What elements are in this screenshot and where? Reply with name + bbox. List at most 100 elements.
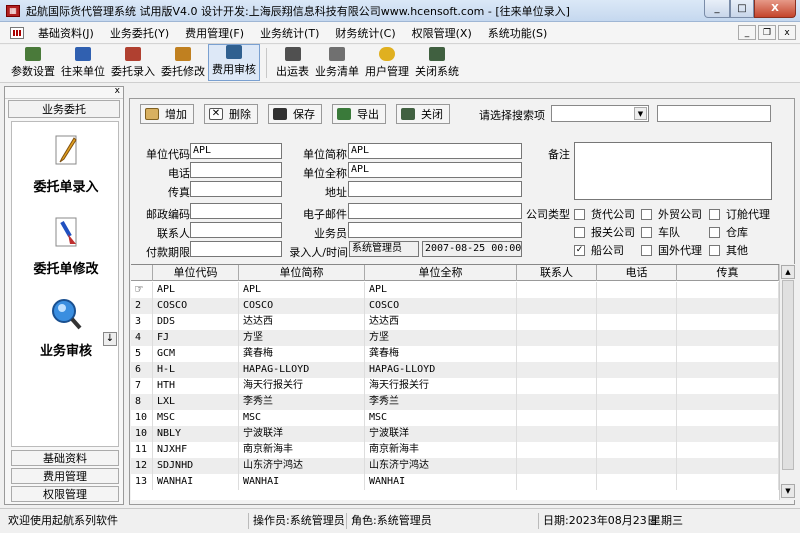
nav-entrust-entry[interactable]: 委托单录入 [12, 132, 118, 195]
type-other-checkbox[interactable]: 其他 [709, 242, 748, 258]
menu-business-stats[interactable]: 业务统计(T) [252, 25, 327, 41]
scroll-thumb[interactable] [782, 280, 794, 470]
toolbar-shipping-button[interactable]: 出运表 [273, 47, 312, 82]
salesman-input[interactable] [348, 222, 522, 238]
left-tab-permissions[interactable]: 权限管理 [11, 486, 119, 502]
toolbar-users-button[interactable]: 用户管理 [362, 47, 412, 82]
table-row[interactable]: 13 WANHAI WANHAI WANHAI [131, 474, 779, 490]
table-row[interactable]: 3 DDS 达达西 达达西 [131, 314, 779, 330]
mdi-document-icon[interactable] [10, 26, 24, 39]
scroll-down-arrow[interactable]: ▼ [781, 484, 795, 498]
delete-button[interactable]: ✕ 删除 [204, 104, 258, 124]
toolbar-fee-audit-button[interactable]: 费用审核 [208, 44, 260, 81]
checkbox-box[interactable] [709, 226, 720, 238]
entry-label: 录入人/时间 [289, 246, 348, 259]
header-full-name[interactable]: 单位全称 [365, 265, 517, 281]
checkbox-box[interactable] [574, 226, 585, 238]
nav-business-audit[interactable]: 业务审核 [12, 296, 118, 359]
table-row[interactable]: 4 FJ 方坚 方坚 [131, 330, 779, 346]
header-short-name[interactable]: 单位简称 [239, 265, 365, 281]
close-form-button[interactable]: 关闭 [396, 104, 450, 124]
table-row[interactable]: 10 NBLY 宁波联洋 宁波联洋 [131, 426, 779, 442]
left-tab-business[interactable]: 业务委托 [8, 100, 120, 118]
left-panel-close-button[interactable]: x [115, 86, 120, 96]
menu-system[interactable]: 系统功能(S) [480, 25, 556, 41]
checkbox-box[interactable] [709, 208, 720, 220]
cell-empty [677, 346, 779, 362]
checkbox-box[interactable] [641, 244, 652, 256]
table-row[interactable]: 12 SDJNHD 山东济宁鸿达 山东济宁鸿达 [131, 458, 779, 474]
cell-empty [597, 346, 677, 362]
menu-business[interactable]: 业务委托(Y) [102, 25, 177, 41]
payment-term-input[interactable] [190, 241, 282, 257]
cell-full: 海天行报关行 [365, 378, 517, 394]
table-row[interactable]: ☞ APL APL APL [131, 282, 779, 298]
header-unit-code[interactable]: 单位代码 [153, 265, 239, 281]
type-booking-checkbox[interactable]: 订舱代理 [709, 206, 770, 222]
export-button[interactable]: 导出 [332, 104, 386, 124]
table-row[interactable]: 2 COSCO COSCO COSCO [131, 298, 779, 314]
toolbar-units-button[interactable]: 往来单位 [58, 47, 108, 82]
checkbox-box[interactable] [641, 208, 652, 220]
remark-textarea[interactable] [574, 142, 772, 200]
short-name-input[interactable]: APL [348, 143, 522, 159]
type-warehouse-checkbox[interactable]: 仓库 [709, 224, 748, 240]
contact-input[interactable] [190, 222, 282, 238]
type-freight-checkbox[interactable]: 货代公司 [574, 206, 635, 222]
maximize-button[interactable]: □ [730, 0, 754, 18]
table-row[interactable]: 8 LXL 李秀兰 李秀兰 [131, 394, 779, 410]
save-button[interactable]: 保存 [268, 104, 322, 124]
add-button[interactable]: 增加 [140, 104, 194, 124]
table-row[interactable]: 7 HTH 海天行报关行 海天行报关行 [131, 378, 779, 394]
mdi-restore-button[interactable]: ❐ [758, 25, 776, 40]
cell-empty [517, 426, 597, 442]
left-tab-basic-data[interactable]: 基础资料 [11, 450, 119, 466]
menu-fees[interactable]: 费用管理(F) [177, 25, 252, 41]
entry-user-field: 系统管理员 [349, 241, 419, 257]
toolbar-params-button[interactable]: 参数设置 [8, 47, 58, 82]
header-fax[interactable]: 传真 [677, 265, 779, 281]
scroll-up-arrow[interactable]: ▲ [781, 265, 795, 279]
table-scrollbar[interactable]: ▲ ▼ [779, 264, 795, 500]
minimize-button[interactable]: _ [704, 0, 730, 18]
phone-input[interactable] [190, 162, 282, 178]
type-trade-checkbox[interactable]: 外贸公司 [641, 206, 702, 222]
search-input[interactable] [657, 105, 771, 122]
full-name-input[interactable]: APL [348, 162, 522, 178]
table-row[interactable]: 6 H-L HAPAG-LLOYD HAPAG-LLOYD [131, 362, 779, 378]
type-shipping-line-checkbox[interactable]: ✓ 船公司 [574, 242, 624, 258]
toolbar-business-list-button[interactable]: 业务清单 [312, 47, 362, 82]
postcode-input[interactable] [190, 203, 282, 219]
address-input[interactable] [348, 181, 522, 197]
toolbar-entrust-entry-button[interactable]: 委托录入 [108, 47, 158, 82]
checkbox-box[interactable] [574, 208, 585, 220]
email-input[interactable] [348, 203, 522, 219]
checkbox-box[interactable] [641, 226, 652, 238]
left-tab-fees[interactable]: 费用管理 [11, 468, 119, 484]
menu-permissions[interactable]: 权限管理(X) [404, 25, 480, 41]
mdi-close-button[interactable]: x [778, 25, 796, 40]
type-overseas-agent-checkbox[interactable]: 国外代理 [641, 242, 702, 258]
search-field-select[interactable]: ▼ [551, 105, 649, 122]
type-fleet-checkbox[interactable]: 车队 [641, 224, 680, 240]
type-customs-checkbox[interactable]: 报关公司 [574, 224, 635, 240]
checkbox-box[interactable] [709, 244, 720, 256]
close-window-button[interactable]: X [754, 0, 796, 18]
fax-input[interactable] [190, 181, 282, 197]
cell-empty [517, 378, 597, 394]
table-row[interactable]: 11 NJXHF 南京新海丰 南京新海丰 [131, 442, 779, 458]
header-phone[interactable]: 电话 [597, 265, 677, 281]
table-row[interactable]: 10 MSC MSC MSC [131, 410, 779, 426]
checkbox-box[interactable]: ✓ [574, 244, 585, 256]
menu-basic-data[interactable]: 基础资料(J) [30, 25, 102, 41]
chevron-down-icon[interactable]: ▼ [634, 107, 647, 120]
unit-code-input[interactable]: APL [190, 143, 282, 159]
toolbar-entrust-edit-button[interactable]: 委托修改 [158, 47, 208, 82]
left-panel-scroll-button[interactable]: ↓ [103, 332, 117, 346]
table-row[interactable]: 5 GCM 龚春梅 龚春梅 [131, 346, 779, 362]
nav-entrust-edit[interactable]: 委托单修改 [12, 214, 118, 277]
header-contact[interactable]: 联系人 [517, 265, 597, 281]
toolbar-exit-button[interactable]: 关闭系统 [412, 47, 462, 82]
menu-finance-stats[interactable]: 财务统计(C) [327, 25, 403, 41]
mdi-minimize-button[interactable]: _ [738, 25, 756, 40]
